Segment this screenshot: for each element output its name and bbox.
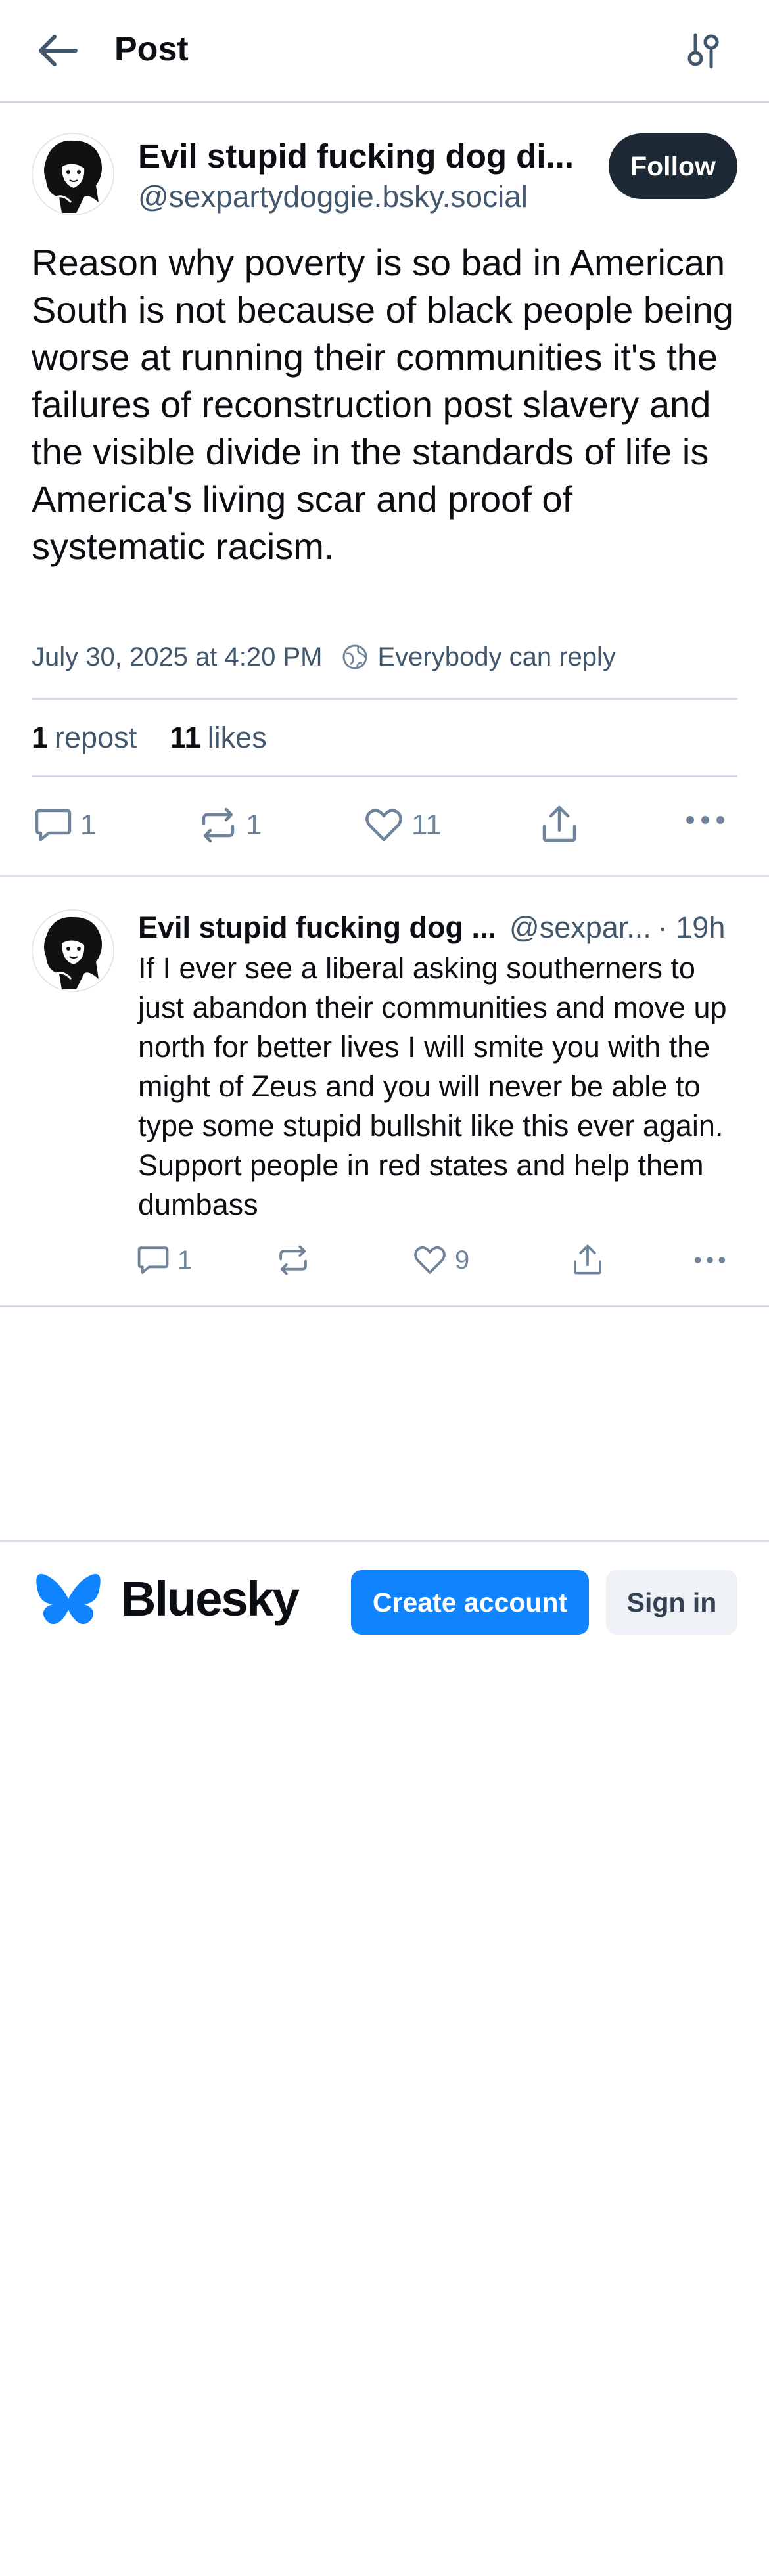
divider xyxy=(0,1305,769,1307)
post-text: Reason why poverty is so bad in American… xyxy=(32,242,734,567)
reply-avatar[interactable] xyxy=(32,909,114,992)
reply-repost-button[interactable] xyxy=(276,1244,318,1276)
heart-icon xyxy=(364,807,411,844)
reply-actions: 1 9 xyxy=(0,1242,769,1284)
reply-header: Evil stupid fucking dog ... @sexpar... ·… xyxy=(138,907,737,949)
follow-button[interactable]: Follow xyxy=(609,133,737,199)
post-meta: July 30, 2025 at 4:20 PM Everybody can r… xyxy=(32,639,616,675)
sign-in-button[interactable]: Sign in xyxy=(606,1570,737,1635)
more-options-icon xyxy=(693,1255,735,1265)
author-name[interactable]: Evil stupid fucking dog di... xyxy=(138,134,592,179)
reposts-stat[interactable]: 1 repost xyxy=(32,717,137,758)
arrow-left-icon[interactable] xyxy=(36,33,80,68)
reply-text[interactable]: If I ever see a liberal asking southerne… xyxy=(138,949,737,1225)
page-title: Post xyxy=(114,30,189,68)
likes-stat[interactable]: 11 likes xyxy=(170,717,267,758)
more-options-icon xyxy=(685,813,734,826)
reply-setting: Everybody can reply xyxy=(377,643,616,671)
footer-divider xyxy=(0,1540,769,1542)
repost-button[interactable]: 1 xyxy=(198,807,262,844)
brand-wordmark: Bluesky xyxy=(121,1571,300,1626)
reply-share-button[interactable] xyxy=(572,1243,611,1276)
reply-time[interactable]: · 19h xyxy=(658,907,726,949)
reply-like-button[interactable]: 9 xyxy=(413,1244,469,1276)
reply-icon xyxy=(137,1244,177,1276)
reply-author-name[interactable]: Evil stupid fucking dog ... xyxy=(138,907,496,949)
heart-icon xyxy=(413,1244,455,1276)
sliders-icon[interactable] xyxy=(684,31,723,70)
divider xyxy=(32,775,737,777)
share-icon xyxy=(540,804,586,844)
globe-icon xyxy=(341,643,369,671)
engagement-stats: 1 repost 11 likes xyxy=(32,717,267,758)
create-account-button[interactable]: Create account xyxy=(351,1570,589,1635)
reply-more-button[interactable] xyxy=(693,1255,735,1265)
more-button[interactable] xyxy=(685,813,734,826)
divider xyxy=(32,698,737,700)
divider xyxy=(0,875,769,877)
post-timestamp[interactable]: July 30, 2025 at 4:20 PM xyxy=(32,639,323,675)
reply-button[interactable]: 1 xyxy=(34,807,96,844)
reply-reply-button[interactable]: 1 xyxy=(137,1244,192,1276)
repost-icon xyxy=(276,1244,318,1276)
author-handle[interactable]: @sexpartydoggie.bsky.social xyxy=(138,176,528,217)
share-icon xyxy=(572,1243,611,1276)
reply-author-handle[interactable]: @sexpar... xyxy=(509,907,651,949)
post-actions: 1 1 11 xyxy=(0,802,769,854)
like-button[interactable]: 11 xyxy=(364,807,442,844)
share-button[interactable] xyxy=(540,804,586,844)
reply-icon xyxy=(34,807,80,844)
butterfly-logo-icon[interactable] xyxy=(35,1573,101,1632)
avatar[interactable] xyxy=(32,133,114,215)
repost-icon xyxy=(198,807,246,844)
